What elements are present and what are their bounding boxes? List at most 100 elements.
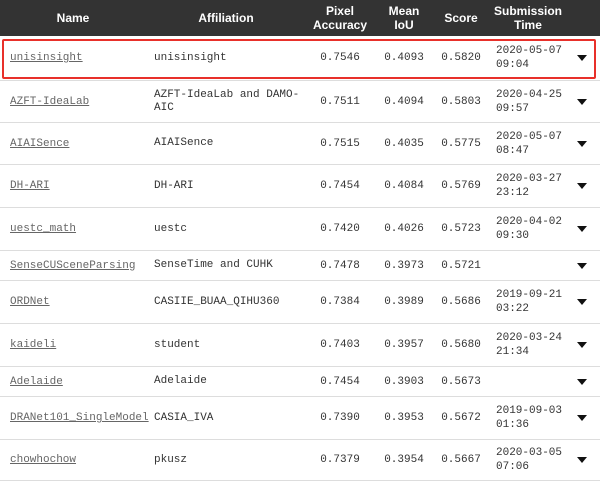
- affiliation-cell: pkusz: [154, 453, 188, 466]
- affiliation-cell: CASIIE_BUAA_QIHU360: [154, 295, 280, 308]
- caret-down-icon: [577, 140, 587, 147]
- pixel-accuracy-cell: 0.7511: [320, 95, 360, 108]
- expand-row-button[interactable]: [574, 281, 590, 323]
- table-header: Name Affiliation Pixel Accuracy Mean IoU…: [0, 0, 600, 36]
- table-row: unisinsight unisinsight 0.7546 0.4093 0.…: [0, 36, 600, 81]
- column-header-submission-time: Submission Time: [493, 4, 562, 32]
- pixel-accuracy-cell: 0.7478: [320, 259, 360, 272]
- caret-down-icon: [577, 226, 587, 232]
- pixel-accuracy-cell: 0.7379: [320, 454, 360, 466]
- submission-time-cell: 2019-09-21 03:22: [496, 289, 563, 315]
- team-name-link[interactable]: Adelaide: [10, 376, 63, 388]
- table-row: DH-ARI DH-ARI 0.7454 0.4084 0.5769 2020-…: [0, 165, 600, 208]
- mean-iou-cell: 0.3989: [384, 296, 424, 308]
- pixel-accuracy-cell: 0.7454: [320, 180, 360, 192]
- affiliation-cell: uestc: [154, 222, 188, 235]
- pixel-accuracy-cell: 0.7384: [320, 296, 360, 308]
- team-name-link[interactable]: SenseCUSceneParsing: [10, 260, 135, 272]
- affiliation-cell: AIAISence: [154, 137, 214, 149]
- table-row: SenseCUSceneParsing SenseTime and CUHK 0…: [0, 251, 600, 281]
- expand-row-button[interactable]: [574, 165, 590, 207]
- affiliation-cell: student: [154, 338, 201, 351]
- column-header-mean-iou: Mean IoU: [388, 4, 420, 32]
- score-cell: 0.5673: [441, 375, 481, 388]
- team-name-link[interactable]: DH-ARI: [10, 180, 50, 192]
- pixel-accuracy-cell: 0.7515: [320, 137, 360, 150]
- submission-time-cell: [496, 367, 570, 396]
- pixel-accuracy-cell: 0.7454: [320, 375, 360, 388]
- score-cell: 0.5723: [441, 223, 481, 235]
- table-row: uestc_math uestc 0.7420 0.4026 0.5723 20…: [0, 208, 600, 251]
- column-header-pixel-accuracy: Pixel Accuracy: [312, 4, 368, 32]
- table-row: Adelaide Adelaide 0.7454 0.3903 0.5673: [0, 367, 600, 397]
- expand-row-button[interactable]: [574, 208, 590, 250]
- affiliation-cell: CASIA_IVA: [154, 411, 214, 424]
- caret-down-icon: [577, 183, 587, 189]
- expand-row-button[interactable]: [574, 324, 590, 366]
- submission-time-cell: 2020-05-07 09:04: [496, 45, 563, 71]
- score-cell: 0.5803: [441, 95, 481, 108]
- mean-iou-cell: 0.3954: [384, 454, 424, 466]
- team-name-link[interactable]: chowhochow: [10, 454, 76, 466]
- affiliation-cell: Adelaide: [154, 375, 207, 387]
- team-name-link[interactable]: uestc_math: [10, 223, 76, 235]
- caret-down-icon: [577, 457, 587, 463]
- mean-iou-cell: 0.3973: [384, 259, 424, 272]
- team-name-link[interactable]: DRANet101_SingleModel: [10, 412, 149, 424]
- expand-row-button[interactable]: [574, 81, 590, 122]
- score-cell: 0.5769: [441, 180, 481, 192]
- table-row: kaideli student 0.7403 0.3957 0.5680 202…: [0, 324, 600, 367]
- mean-iou-cell: 0.4093: [384, 52, 424, 64]
- expand-row-button[interactable]: [574, 36, 590, 80]
- affiliation-cell: SenseTime and CUHK: [154, 259, 273, 271]
- submission-time-cell: 2020-04-25 09:57: [496, 88, 563, 115]
- submission-time-cell: 2020-03-05 07:06: [496, 447, 563, 473]
- caret-down-icon: [577, 299, 587, 305]
- team-name-link[interactable]: kaideli: [10, 339, 56, 351]
- column-header-score: Score: [444, 11, 478, 25]
- mean-iou-cell: 0.3957: [384, 339, 424, 351]
- score-cell: 0.5667: [441, 454, 481, 466]
- score-cell: 0.5680: [441, 339, 481, 351]
- affiliation-cell: AZFT-IdeaLab and DAMO- AIC: [154, 88, 300, 114]
- table-row: AIAISence AIAISence 0.7515 0.4035 0.5775…: [0, 123, 600, 165]
- mean-iou-cell: 0.3953: [384, 412, 424, 424]
- team-name-link[interactable]: AZFT-IdeaLab: [10, 96, 89, 108]
- score-cell: 0.5775: [441, 137, 481, 150]
- table-row: chowhochow pkusz 0.7379 0.3954 0.5667 20…: [0, 440, 600, 481]
- expand-row-button[interactable]: [574, 397, 590, 439]
- submission-time-cell: 2020-03-27 23:12: [496, 173, 563, 199]
- mean-iou-cell: 0.3903: [384, 375, 424, 388]
- submission-time-cell: 2020-04-02 09:30: [496, 216, 563, 242]
- table-row: DRANet101_SingleModel CASIA_IVA 0.7390 0…: [0, 397, 600, 440]
- submission-time-cell: 2019-09-03 01:36: [496, 405, 563, 431]
- pixel-accuracy-cell: 0.7420: [320, 223, 360, 235]
- caret-down-icon: [577, 98, 587, 105]
- expand-row-button[interactable]: [574, 123, 590, 164]
- caret-down-icon: [577, 415, 587, 421]
- team-name-link[interactable]: unisinsight: [10, 52, 83, 64]
- submission-time-cell: 2020-03-24 21:34: [496, 332, 563, 358]
- pixel-accuracy-cell: 0.7546: [320, 52, 360, 64]
- mean-iou-cell: 0.4084: [384, 180, 424, 192]
- team-name-link[interactable]: ORDNet: [10, 296, 50, 308]
- submission-time-cell: [496, 251, 570, 280]
- affiliation-cell: DH-ARI: [154, 179, 194, 192]
- column-header-name: Name: [56, 11, 90, 25]
- pixel-accuracy-cell: 0.7390: [320, 412, 360, 424]
- expand-row-button[interactable]: [574, 251, 590, 280]
- caret-down-icon: [577, 262, 587, 269]
- score-cell: 0.5721: [441, 259, 481, 272]
- expand-row-button[interactable]: [574, 367, 590, 396]
- expand-row-button[interactable]: [574, 440, 590, 480]
- score-cell: 0.5820: [441, 52, 481, 64]
- caret-down-icon: [577, 378, 587, 385]
- pixel-accuracy-cell: 0.7403: [320, 339, 360, 351]
- table-row: AZFT-IdeaLab AZFT-IdeaLab and DAMO- AIC …: [0, 81, 600, 123]
- affiliation-cell: unisinsight: [154, 51, 227, 64]
- caret-down-icon: [577, 342, 587, 348]
- score-cell: 0.5686: [441, 296, 481, 308]
- column-header-affiliation: Affiliation: [198, 11, 254, 25]
- table-row: ORDNet CASIIE_BUAA_QIHU360 0.7384 0.3989…: [0, 281, 600, 324]
- team-name-link[interactable]: AIAISence: [10, 138, 69, 150]
